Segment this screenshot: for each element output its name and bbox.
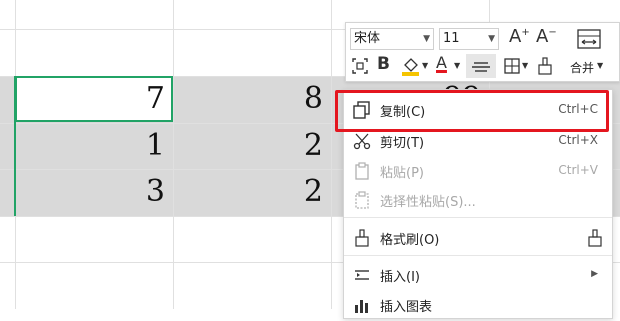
format-painter-icon[interactable] [586, 228, 604, 248]
menu-item-paste-special[interactable]: 选择性粘贴(S)... [344, 184, 612, 216]
cell-b3[interactable]: 2 [173, 169, 331, 215]
menu-item-label: 插入图表 [380, 300, 433, 315]
menu-item-label: 选择性粘贴(S)... [380, 195, 476, 210]
cell-b1[interactable]: 8 [173, 76, 331, 122]
cell-a3[interactable]: 3 [15, 169, 173, 215]
chevron-down-icon: ▼ [423, 34, 430, 44]
menu-item-label: 剪切(T) [380, 136, 425, 151]
fill-color-icon[interactable] [400, 55, 422, 77]
menu-item-label: 格式刷(O) [380, 233, 440, 248]
menu-item-format-painter[interactable]: 格式刷(O) [344, 222, 612, 254]
chevron-down-icon[interactable]: ▼ [522, 61, 528, 70]
mini-toolbar: 宋体 ▼ 11 ▼ A+ A− B ▼ A ▼ ▼ 合并 ▼ [345, 22, 620, 82]
menu-item-paste[interactable]: 粘贴(P) Ctrl+V [344, 155, 612, 187]
format-painter-icon [355, 229, 369, 247]
font-size-value: 11 [443, 31, 460, 46]
cell-b2[interactable]: 2 [173, 123, 331, 169]
menu-item-label: 插入(I) [380, 270, 420, 285]
menu-item-shortcut: Ctrl+X [558, 133, 598, 147]
menu-item-insert-chart[interactable]: 插入图表 [344, 289, 612, 321]
increase-font-icon[interactable]: A+ [509, 26, 530, 47]
menu-divider [344, 217, 612, 218]
menu-item-shortcut: Ctrl+V [558, 163, 598, 177]
chevron-down-icon[interactable]: ▼ [597, 61, 603, 70]
font-size-select[interactable]: 11 ▼ [439, 28, 499, 50]
paste-icon [355, 162, 369, 180]
bold-icon[interactable]: B [377, 54, 390, 74]
chevron-down-icon: ▼ [488, 34, 495, 44]
chevron-down-icon[interactable]: ▼ [422, 61, 428, 70]
chart-icon [355, 300, 368, 313]
insert-icon [355, 270, 369, 280]
font-name-value: 宋体 [354, 31, 381, 46]
font-color-icon[interactable]: A [436, 53, 447, 72]
select-icon[interactable] [351, 57, 369, 75]
font-name-select[interactable]: 宋体 ▼ [350, 28, 434, 50]
decrease-font-icon[interactable]: A− [536, 26, 557, 47]
menu-item-insert[interactable]: 插入(I) ▶ [344, 259, 612, 291]
merge-icon[interactable] [576, 28, 602, 50]
paste-special-icon [355, 191, 369, 209]
menu-divider [344, 255, 612, 256]
merge-label[interactable]: 合并 [570, 59, 594, 76]
cell-a1[interactable]: 7 [15, 76, 173, 122]
format-painter-icon[interactable] [536, 56, 554, 76]
menu-item-label: 粘贴(P) [380, 166, 424, 181]
highlight-box [335, 90, 609, 132]
chevron-right-icon: ▶ [591, 269, 598, 279]
scissors-icon [353, 133, 371, 150]
align-center-icon [472, 62, 490, 72]
cell-a2[interactable]: 1 [15, 123, 173, 169]
chevron-down-icon[interactable]: ▼ [454, 61, 460, 70]
align-button[interactable] [466, 54, 496, 78]
border-icon[interactable] [503, 57, 521, 75]
